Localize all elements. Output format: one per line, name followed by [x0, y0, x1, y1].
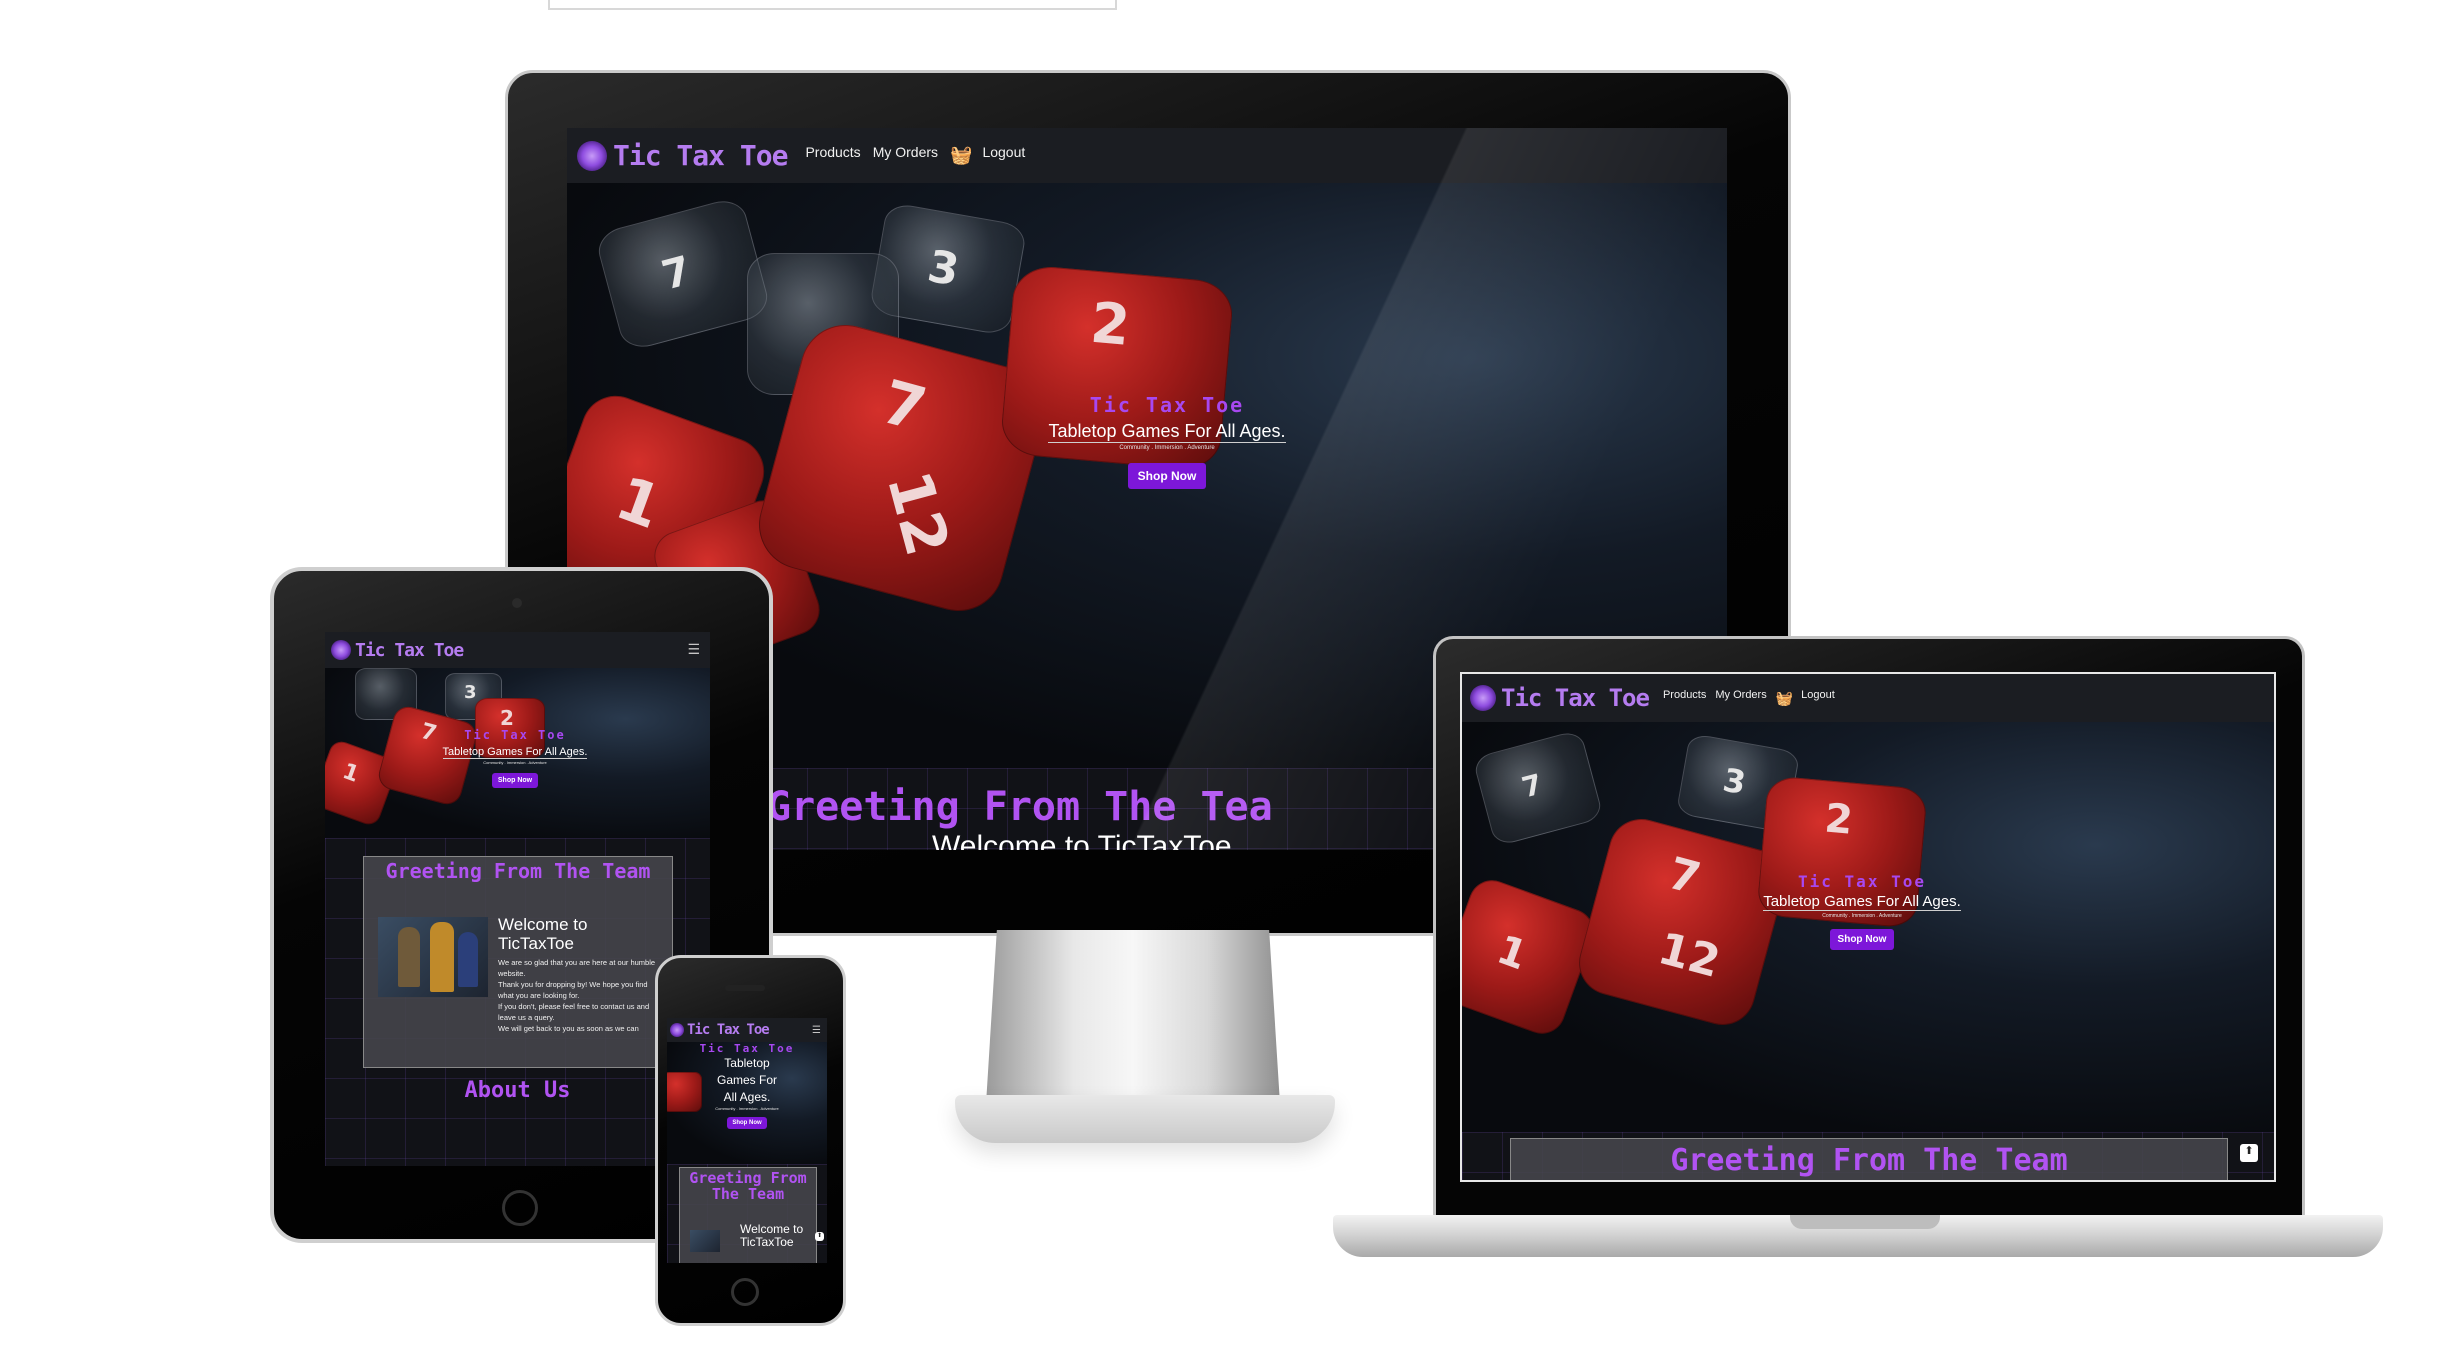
logo-text: Tic Tax Toe	[613, 139, 788, 172]
greeting-section: Greeting From The Team ⬆	[1462, 1132, 2274, 1180]
greeting-section: Greeting From The Team Welcome to TicTax…	[325, 838, 710, 1166]
hero-tagline: Community . Immersion . Adventure	[483, 760, 547, 765]
nav-my-orders[interactable]: My Orders	[873, 144, 938, 160]
shop-now-button[interactable]: Shop Now	[1127, 463, 1207, 489]
phone-screen: Tic Tax Toe ☰ Tic Tax Toe Tabletop Games…	[667, 1018, 827, 1263]
logo[interactable]: Tic Tax Toe	[670, 1022, 770, 1038]
logo-icon	[1470, 685, 1496, 711]
tablet-screen: Tic Tax Toe ☰ 3 1 7 2 Tic Tax Toe Tablet…	[325, 632, 710, 1166]
glass-die: 7	[1472, 729, 1604, 847]
logo-text: Tic Tax Toe	[687, 1022, 770, 1038]
hero-tagline: Community . Immersion . Adventure	[1119, 445, 1215, 451]
hero-text: Tic Tax Toe Tabletop Games For All Ages.…	[967, 393, 1367, 489]
nav-logout[interactable]: Logout	[982, 144, 1025, 160]
welcome-heading: Welcome to TicTaxToe	[740, 1222, 804, 1249]
hero-section: 7 3 1 7 12 2 Tic Tax Toe Tabletop Games F…	[1462, 722, 2274, 1132]
navbar: Tic Tax Toe Products My Orders 🧺 Logout	[567, 128, 1727, 183]
top-frame-edge	[548, 0, 1117, 10]
logo[interactable]: Tic Tax Toe	[331, 639, 464, 661]
hero-text: Tic Tax Toe Tabletop Games For All Ages.…	[1712, 872, 2012, 950]
logo-icon	[577, 140, 607, 171]
logo[interactable]: Tic Tax Toe	[1470, 684, 1650, 712]
navbar: Tic Tax Toe ☰	[325, 632, 710, 668]
hero-subtitle: Tabletop Games For All Ages.	[1048, 421, 1286, 443]
team-photo	[690, 1230, 720, 1252]
logo-text: Tic Tax Toe	[1501, 684, 1650, 712]
nav-products[interactable]: Products	[1663, 689, 1706, 701]
desktop-foot	[955, 1095, 1335, 1143]
nav-products[interactable]: Products	[805, 144, 860, 160]
greeting-card: Greeting From The Team Welcome to TicTax…	[679, 1167, 817, 1263]
hero-section: Tic Tax Toe Tabletop Games For All Ages.…	[667, 1042, 827, 1164]
laptop-notch	[1790, 1215, 1940, 1229]
about-heading: About Us	[464, 1078, 571, 1103]
shop-now-button[interactable]: Shop Now	[1829, 929, 1895, 950]
arrow-up-icon[interactable]: ⬆	[815, 1232, 824, 1241]
hero-tagline: Community . Immersion . Adventure	[715, 1106, 779, 1111]
shop-now-button[interactable]: Shop Now	[727, 1117, 767, 1129]
greeting-heading: Greeting From The Team	[689, 1169, 807, 1203]
hero-title: Tic Tax Toe	[464, 728, 566, 742]
navbar: Tic Tax Toe ☰	[667, 1018, 827, 1042]
hero-subtitle: Tabletop Games For All Ages.	[716, 1056, 777, 1104]
logo[interactable]: Tic Tax Toe	[577, 139, 788, 172]
hero-title: Tic Tax Toe	[699, 1042, 795, 1055]
phone-speaker	[725, 985, 765, 991]
logo-text: Tic Tax Toe	[355, 639, 464, 661]
basket-icon[interactable]: 🧺	[950, 145, 972, 166]
nav-my-orders[interactable]: My Orders	[1715, 689, 1766, 701]
glass-die: 7	[593, 195, 773, 353]
hero-text: Tic Tax Toe Tabletop Games For All Ages.…	[697, 1042, 797, 1129]
hero-title: Tic Tax Toe	[1798, 872, 1926, 891]
hero-subtitle: Tabletop Games For All Ages.	[442, 746, 588, 759]
hero-title: Tic Tax Toe	[1089, 393, 1245, 417]
greeting-card: Greeting From The Team Welcome to TicTax…	[363, 856, 673, 1068]
hero-subtitle: Tabletop Games For All Ages.	[1763, 893, 1961, 911]
phone-home-button	[731, 1278, 759, 1306]
welcome-heading: Welcome to TicTaxToe	[932, 830, 1232, 850]
shop-now-button[interactable]: Shop Now	[491, 773, 539, 788]
welcome-body: We are so glad that you are here at our …	[498, 958, 656, 1033]
tablet-camera	[512, 598, 522, 608]
greeting-heading: Greeting From The Team	[385, 859, 651, 883]
desktop-stand	[985, 930, 1281, 1120]
greeting-section: Greeting From The Team Welcome to TicTax…	[667, 1164, 827, 1263]
tablet-home-button	[502, 1190, 538, 1226]
hero-tagline: Community . Immersion . Adventure	[1822, 913, 1902, 919]
welcome-heading: Welcome to TicTaxToe	[498, 915, 588, 953]
navbar: Tic Tax Toe Products My Orders 🧺 Logout	[1462, 674, 2274, 722]
greeting-heading: Greeting From The Team	[1670, 1143, 2068, 1178]
hamburger-menu-icon[interactable]: ☰	[687, 642, 700, 658]
hero-section: 3 1 7 2 Tic Tax Toe Tabletop Games For A…	[325, 668, 710, 838]
logo-icon	[331, 640, 351, 660]
greeting-card: Greeting From The Team	[1510, 1138, 2228, 1180]
hero-text: Tic Tax Toe Tabletop Games For All Ages.…	[405, 728, 625, 788]
basket-icon[interactable]: 🧺	[1776, 690, 1793, 707]
logo-icon	[670, 1023, 684, 1037]
arrow-up-icon[interactable]: ⬆	[2240, 1144, 2258, 1162]
team-photo	[378, 917, 488, 997]
laptop-screen: Tic Tax Toe Products My Orders 🧺 Logout …	[1460, 672, 2276, 1182]
hamburger-menu-icon[interactable]: ☰	[812, 1025, 821, 1036]
nav-logout[interactable]: Logout	[1801, 689, 1835, 701]
